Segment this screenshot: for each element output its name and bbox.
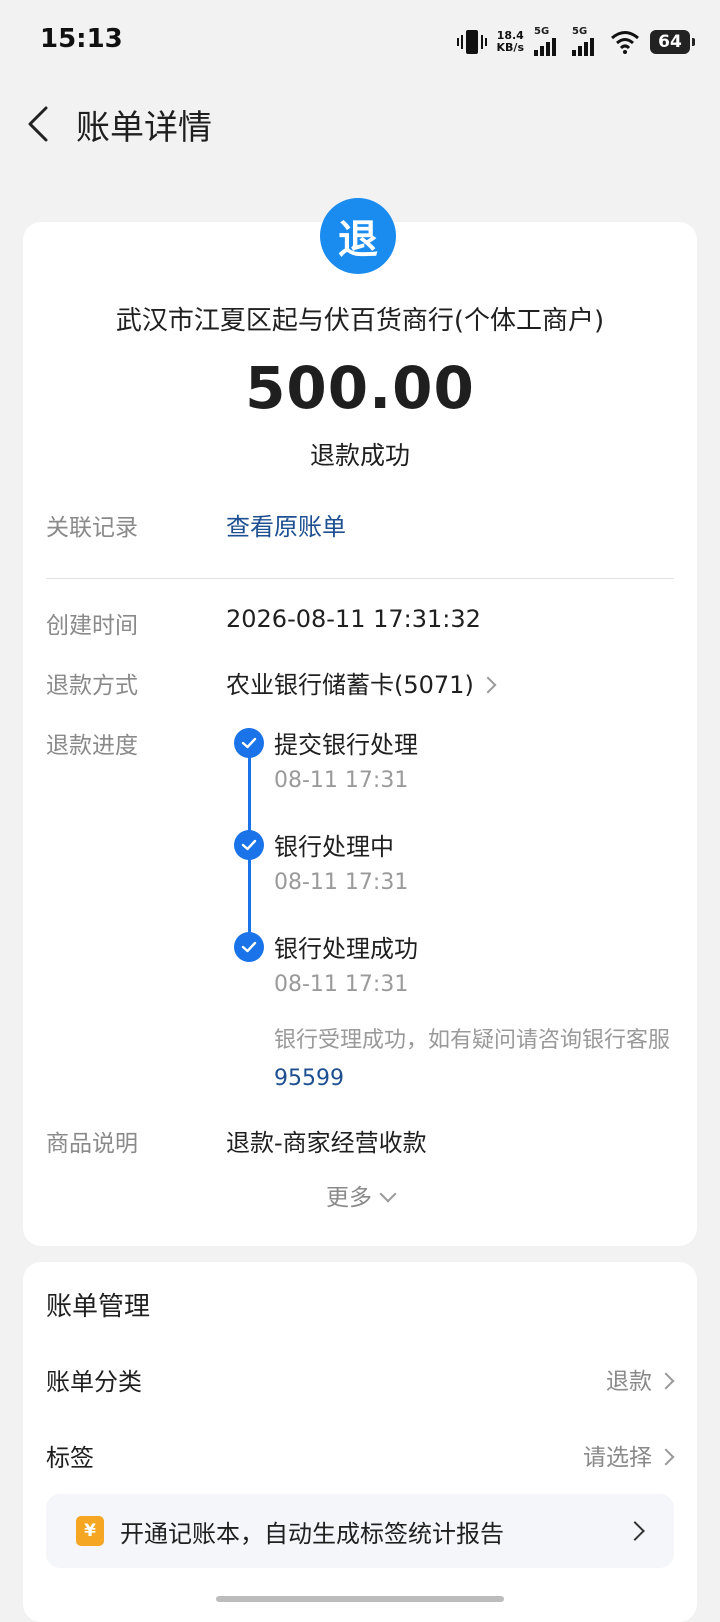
- chevron-right-icon: [657, 1372, 675, 1390]
- back-arrow-icon[interactable]: [24, 104, 54, 144]
- goods-desc-value: 退款-商家经营收款: [226, 1129, 427, 1157]
- refund-method-value[interactable]: 农业银行储蓄卡(5071): [226, 665, 497, 700]
- bank-phone-link[interactable]: 95599: [274, 1066, 344, 1091]
- status-time: 15:13: [40, 24, 123, 54]
- ticket-yuan-icon: ¥: [76, 1516, 104, 1546]
- created-time-value: 2026-08-11 17:31:32: [226, 605, 481, 633]
- bill-status: 退款成功: [309, 441, 410, 470]
- bill-amount: 500.00: [245, 354, 475, 422]
- bill-category-value[interactable]: 退款: [606, 1362, 675, 1396]
- vibrate-icon: [456, 30, 487, 54]
- status-icons: 18.4 KB/s 5G 5G 64: [456, 26, 695, 58]
- battery-icon: 64: [650, 30, 695, 54]
- timeline-step-time: 08-11 17:31: [274, 870, 409, 895]
- chevron-right-icon: [625, 1521, 645, 1541]
- timeline-step-title: 银行处理成功: [274, 935, 418, 963]
- tag-label: 标签: [46, 1444, 94, 1472]
- signal-5g-icon: 5G: [534, 26, 562, 56]
- manage-title: 账单管理: [46, 1292, 151, 1322]
- home-indicator[interactable]: [216, 1596, 504, 1602]
- more-button[interactable]: 更多: [0, 1178, 720, 1212]
- check-circle-icon: [234, 830, 264, 860]
- goods-desc-label: 商品说明: [46, 1131, 138, 1157]
- page-title: 账单详情: [76, 108, 212, 148]
- created-time-label: 创建时间: [46, 613, 138, 639]
- related-record-label: 关联记录: [46, 515, 138, 541]
- promo-text: 开通记账本，自动生成标签统计报告: [120, 1520, 504, 1548]
- refund-method-label: 退款方式: [46, 673, 138, 699]
- timeline-step-title: 提交银行处理: [274, 731, 418, 759]
- status-bar: 15:13 18.4 KB/s 5G 5G 64: [0, 0, 720, 84]
- open-ledger-banner[interactable]: ¥ 开通记账本，自动生成标签统计报告: [46, 1494, 674, 1568]
- net-speed: 18.4 KB/s: [496, 29, 524, 54]
- refund-progress-label: 退款进度: [46, 733, 138, 759]
- timeline-step-time: 08-11 17:31: [274, 768, 409, 793]
- refund-icon: 退: [320, 198, 396, 274]
- divider: [46, 578, 674, 579]
- chevron-down-icon: [379, 1185, 397, 1203]
- view-original-bill-link[interactable]: 查看原账单: [226, 507, 346, 542]
- bill-category-label: 账单分类: [46, 1368, 142, 1396]
- merchant-name: 武汉市江夏区起与伏百货商行(个体工商户): [115, 306, 605, 336]
- chevron-right-icon: [479, 676, 497, 694]
- timeline-step-time: 08-11 17:31: [274, 972, 409, 997]
- timeline-note: 银行受理成功，如有疑问请咨询银行客服95599: [274, 1028, 671, 1091]
- timeline-step-title: 银行处理中: [274, 833, 394, 861]
- wifi-icon: [611, 31, 639, 54]
- check-circle-icon: [234, 932, 264, 962]
- tag-select[interactable]: 请选择: [583, 1438, 675, 1472]
- check-circle-icon: [234, 728, 264, 758]
- chevron-right-icon: [657, 1448, 675, 1466]
- header: 账单详情: [0, 84, 720, 164]
- signal-5g-icon-2: 5G: [572, 26, 600, 56]
